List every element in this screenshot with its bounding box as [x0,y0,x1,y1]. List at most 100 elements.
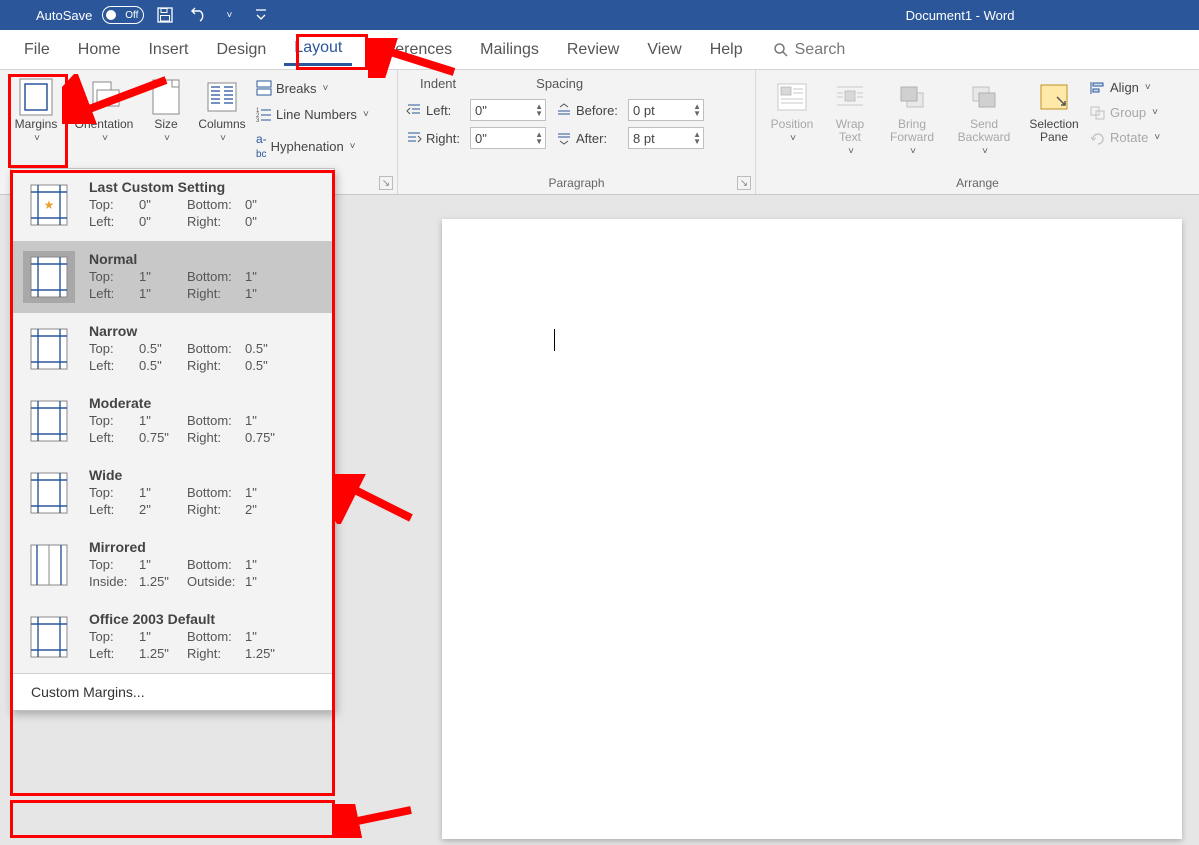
selection-pane-button[interactable]: Selection Pane [1024,74,1084,148]
selection-pane-icon [1034,78,1074,116]
group-button[interactable]: Group˅ [1090,103,1160,122]
tab-mailings[interactable]: Mailings [470,35,549,65]
margin-k3: Left: [89,430,139,445]
rotate-button[interactable]: Rotate ˅ [1090,128,1160,147]
hyphenation-label: Hyphenation [271,139,344,154]
chevron-down-icon: ˅ [102,133,108,144]
page-setup-dialog-launcher[interactable]: ↘ [379,176,393,190]
margin-preset-icon [23,323,75,375]
margin-option-title: Narrow [89,323,322,339]
margins-label: Margins [15,118,58,131]
tab-references[interactable]: References [360,35,462,65]
margin-k3: Left: [89,286,139,301]
indent-left-value: 0" [475,103,487,118]
margin-v4: 1" [245,286,293,301]
margin-v2: 0.5" [245,341,293,356]
document-page[interactable] [442,219,1182,839]
breaks-button[interactable]: Breaks˅ [256,78,369,98]
indent-left-input[interactable]: 0"▲▼ [470,99,546,121]
margin-option-title: Moderate [89,395,322,411]
chevron-down-icon: ˅ [790,133,796,144]
spacing-before-icon [556,103,572,117]
tab-insert[interactable]: Insert [138,35,198,65]
wrap-text-icon [830,78,870,116]
position-label: Position [771,118,814,131]
tab-review[interactable]: Review [557,35,629,65]
send-backward-button[interactable]: Send Backward ˅ [950,74,1018,161]
margin-option-wide[interactable]: WideTop:1"Bottom:1"Left:2"Right:2" [11,457,334,529]
margins-button[interactable]: Margins ˅ [8,74,64,148]
save-icon[interactable] [154,4,176,26]
tab-file[interactable]: File [14,35,60,65]
margin-v3: 1.25" [139,646,187,661]
svg-text:★: ★ [44,198,55,212]
autosave-toggle[interactable]: Off [102,6,144,24]
position-button[interactable]: Position ˅ [764,74,820,148]
margin-option-mirrored[interactable]: MirroredTop:1"Bottom:1"Inside:1.25"Outsi… [11,529,334,601]
margin-v3: 0.5" [139,358,187,373]
margin-k4: Right: [187,286,245,301]
text-cursor [554,329,555,351]
align-button[interactable]: Align˅ [1090,78,1160,97]
document-title: Document1 - Word [906,8,1015,23]
margin-preset-icon [23,467,75,519]
chevron-down-icon: ˅ [1154,132,1160,143]
chevron-down-icon: ˅ [848,146,854,157]
paragraph-dialog-launcher[interactable]: ↘ [737,176,751,190]
hyphenation-button[interactable]: a-bc Hyphenation˅ [256,130,369,162]
orientation-button[interactable]: Orientation ˅ [70,74,138,148]
margin-k1: Top: [89,269,139,284]
chevron-down-icon: ˅ [1152,107,1158,118]
tab-design[interactable]: Design [206,35,276,65]
position-icon [772,78,812,116]
margins-dropdown: ★Last Custom SettingTop:0"Bottom:0"Left:… [10,168,335,711]
columns-button[interactable]: Columns ˅ [194,74,250,148]
chevron-down-icon: ˅ [982,146,988,157]
rotate-label: Rotate [1110,130,1148,145]
paragraph-group-label: Paragraph [406,174,747,192]
margin-option-office-2003-default[interactable]: Office 2003 DefaultTop:1"Bottom:1"Left:1… [11,601,334,673]
bring-forward-button[interactable]: Bring Forward ˅ [880,74,944,161]
margin-k1: Top: [89,557,139,572]
margin-option-last-custom-setting[interactable]: ★Last Custom SettingTop:0"Bottom:0"Left:… [11,169,334,241]
indent-left-label: Left: [426,103,466,118]
margin-v4: 0.5" [245,358,293,373]
margin-option-narrow[interactable]: NarrowTop:0.5"Bottom:0.5"Left:0.5"Right:… [11,313,334,385]
margin-option-moderate[interactable]: ModerateTop:1"Bottom:1"Left:0.75"Right:0… [11,385,334,457]
arrange-group-label: Arrange [764,174,1191,192]
search-button[interactable]: Search [773,41,846,59]
size-icon [146,78,186,116]
spacing-before-input[interactable]: 0 pt▲▼ [628,99,704,121]
margin-k2: Bottom: [187,269,245,284]
chevron-down-icon: ˅ [1145,82,1151,93]
custom-margins-button[interactable]: Custom Margins... [11,674,334,710]
margin-option-title: Mirrored [89,539,322,555]
margin-v2: 1" [245,485,293,500]
tab-home[interactable]: Home [68,35,131,65]
indent-right-input[interactable]: 0"▲▼ [470,127,546,149]
margin-k4: Outside: [187,574,245,589]
margin-k3: Inside: [89,574,139,589]
margins-icon [16,78,56,116]
wrap-text-button[interactable]: Wrap Text ˅ [826,74,874,161]
line-numbers-button[interactable]: 123 Line Numbers˅ [256,104,369,124]
tab-layout[interactable]: Layout [284,33,352,66]
size-button[interactable]: Size ˅ [144,74,188,148]
indent-left-icon [406,103,422,117]
margin-k4: Right: [187,502,245,517]
align-icon [1090,81,1106,95]
chevron-down-icon: ˅ [910,146,916,157]
size-label: Size [154,118,177,131]
undo-chevron-icon[interactable]: ˅ [218,4,240,26]
tab-view[interactable]: View [637,35,691,65]
undo-icon[interactable] [186,4,208,26]
qat-customize-icon[interactable] [250,4,272,26]
margin-v2: 1" [245,269,293,284]
margin-v3: 2" [139,502,187,517]
spacing-after-input[interactable]: 8 pt▲▼ [628,127,704,149]
margin-option-normal[interactable]: NormalTop:1"Bottom:1"Left:1"Right:1" [11,241,334,313]
chevron-down-icon: ˅ [350,141,356,152]
title-bar: AutoSave Off ˅ Document1 - Word [0,0,1199,30]
tab-help[interactable]: Help [700,35,753,65]
margin-v2: 1" [245,413,293,428]
